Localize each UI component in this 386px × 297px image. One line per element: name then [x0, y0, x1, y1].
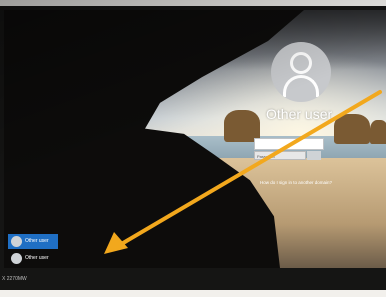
photo: Other user Password How do I sign in to … — [0, 0, 386, 297]
arrow-shaft — [116, 90, 382, 248]
annotation-arrow — [104, 90, 382, 254]
